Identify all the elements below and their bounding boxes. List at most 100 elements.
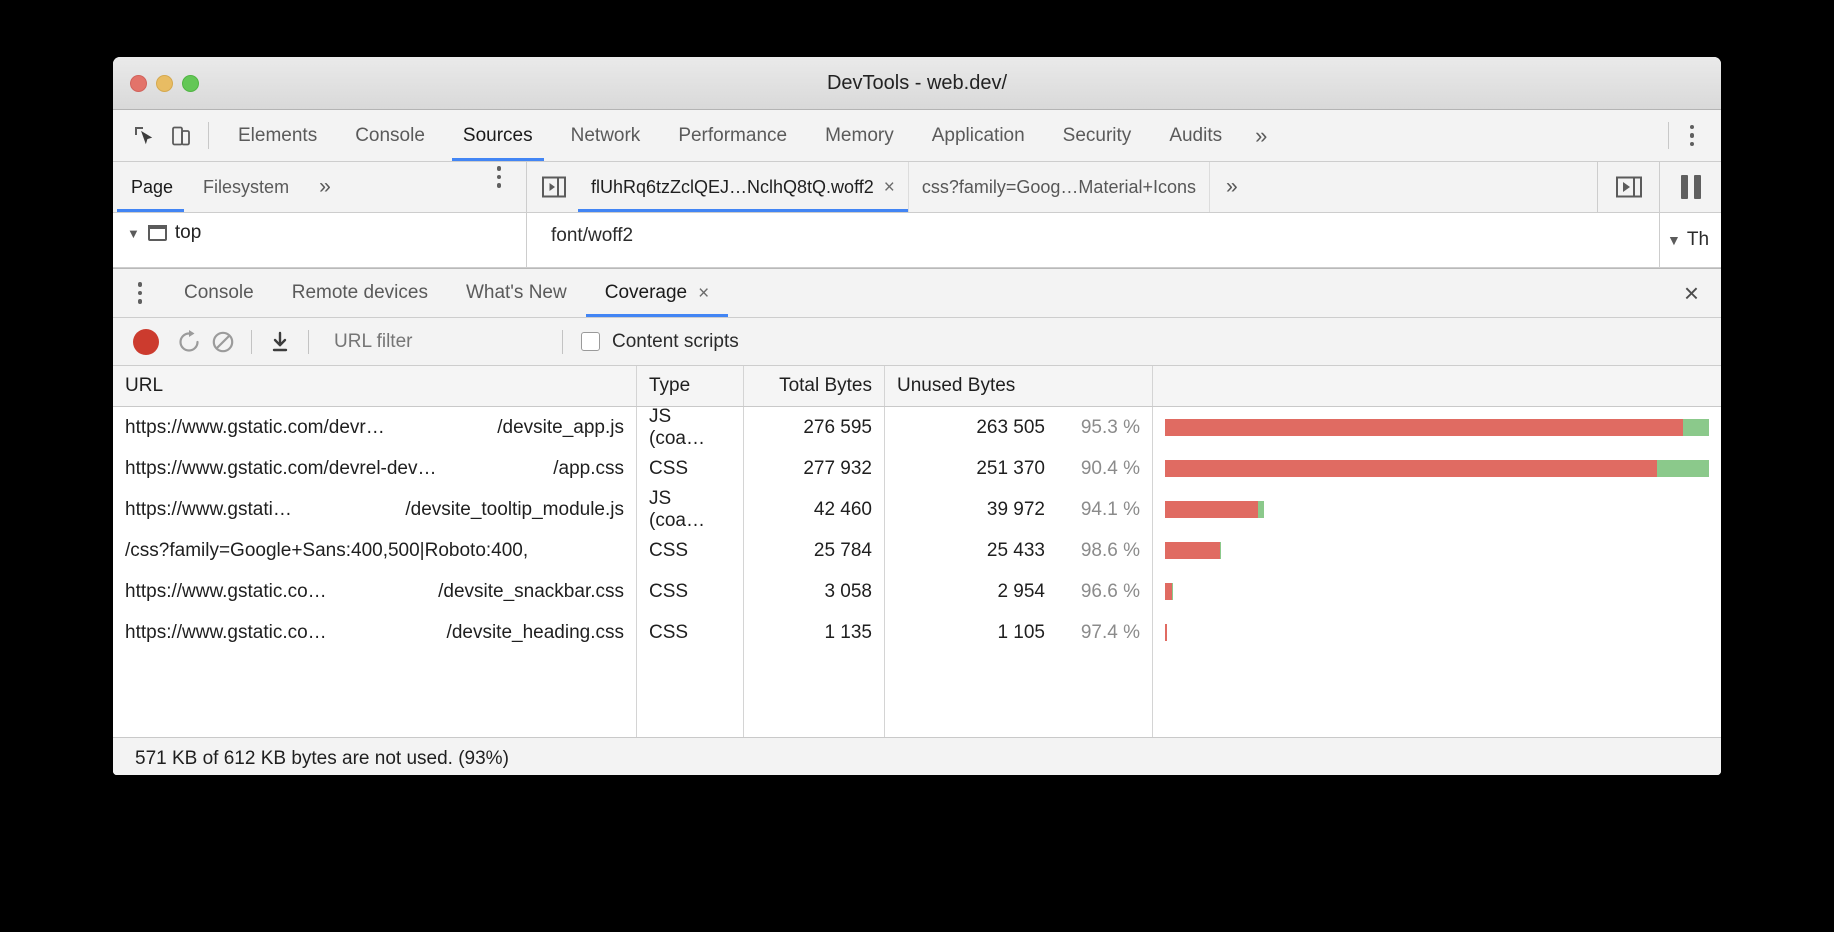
drawer-more-button[interactable] — [113, 269, 165, 317]
drawer-tab-whats-new[interactable]: What's New — [447, 269, 586, 317]
tab-application[interactable]: Application — [913, 110, 1044, 161]
unused-bytes-value: 251 370 — [976, 458, 1045, 480]
main-tab-bar: Elements Console Sources Network Perform… — [113, 110, 1721, 162]
devtools-window: DevTools - web.dev/ — [113, 57, 1721, 775]
tab-audits[interactable]: Audits — [1150, 110, 1241, 161]
cell-url: https://www.gstatic.com/devrel-dev… /app… — [113, 448, 637, 489]
table-row[interactable]: https://www.gstatic.com/devrel-dev… /app… — [113, 448, 1721, 489]
column-header-unused-bytes[interactable]: Unused Bytes — [885, 366, 1153, 406]
drawer-tab-whats-new-label: What's New — [466, 282, 567, 304]
collapse-sidebar-icon[interactable] — [527, 162, 578, 212]
show-navigator-icon[interactable] — [1597, 162, 1659, 212]
coverage-status-bar: 571 KB of 612 KB bytes are not used. (93… — [113, 737, 1721, 775]
screenshot-root: DevTools - web.dev/ — [0, 0, 1834, 932]
reload-icon[interactable] — [172, 325, 206, 359]
sources-content-row: ▼ top font/woff2 ▼ Th — [113, 213, 1721, 268]
cell-url: https://www.gstatic.com/devr… /devsite_a… — [113, 407, 637, 448]
drawer-tab-remote-devices[interactable]: Remote devices — [273, 269, 447, 317]
block-clear-icon[interactable] — [206, 325, 240, 359]
tab-sources[interactable]: Sources — [444, 110, 552, 161]
empty-col-type — [637, 653, 744, 737]
cell-total-bytes: 25 784 — [744, 530, 885, 571]
sidebar-item-page[interactable]: Page — [113, 162, 188, 212]
unused-bytes-value: 39 972 — [987, 499, 1045, 521]
window-titlebar: DevTools - web.dev/ — [113, 57, 1721, 110]
debugger-pause-button[interactable] — [1659, 162, 1721, 212]
table-row[interactable]: https://www.gstati… /devsite_tooltip_mod… — [113, 489, 1721, 530]
cell-url: /css?family=Google+Sans:400,500|Roboto:4… — [113, 530, 637, 571]
chevron-down-icon[interactable]: ▼ — [1667, 232, 1681, 248]
debugger-sidebar-section[interactable]: ▼ Th — [1659, 213, 1721, 267]
close-icon[interactable]: × — [884, 178, 895, 197]
panel-tabs: Elements Console Sources Network Perform… — [219, 110, 1281, 161]
navigator-more-vertical-icon[interactable] — [486, 162, 512, 192]
coverage-bar — [1165, 460, 1709, 477]
drawer-tab-console[interactable]: Console — [165, 269, 273, 317]
navigator-overflow-chevron-icon[interactable]: » — [304, 162, 346, 212]
tab-performance[interactable]: Performance — [659, 110, 806, 161]
toolbar-divider — [251, 330, 252, 354]
close-icon[interactable]: × — [698, 284, 709, 303]
url-path: /devsite_snackbar.css — [438, 581, 624, 603]
tab-memory[interactable]: Memory — [806, 110, 913, 161]
tab-elements[interactable]: Elements — [219, 110, 336, 161]
more-tabs-chevron-icon[interactable]: » — [1241, 110, 1281, 161]
unused-percent: 95.3 % — [1062, 417, 1140, 439]
tab-application-label: Application — [932, 125, 1025, 147]
bar-unused-segment — [1165, 583, 1172, 600]
empty-col-url — [113, 653, 637, 737]
column-header-type[interactable]: Type — [637, 366, 744, 406]
table-row[interactable]: https://www.gstatic.com/devr… /devsite_a… — [113, 407, 1721, 448]
column-header-bar[interactable] — [1153, 366, 1721, 406]
editor-overflow-chevron-icon[interactable]: » — [1210, 162, 1254, 212]
download-export-icon[interactable] — [263, 325, 297, 359]
cell-unused-bytes: 2 954 96.6 % — [885, 571, 1153, 612]
editor-tab-woff2[interactable]: flUhRq6tzZclQEJ…NclhQ8tQ.woff2 × — [578, 162, 909, 212]
inspect-icon[interactable] — [131, 123, 156, 148]
column-header-url[interactable]: URL — [113, 366, 637, 406]
cell-coverage-bar — [1153, 489, 1721, 530]
cell-type: CSS — [637, 571, 744, 612]
tab-performance-label: Performance — [678, 125, 787, 147]
tab-security[interactable]: Security — [1044, 110, 1151, 161]
more-vertical-icon — [127, 278, 153, 308]
tab-elements-label: Elements — [238, 125, 317, 147]
content-scripts-label: Content scripts — [612, 331, 739, 353]
content-scripts-checkbox[interactable] — [581, 332, 600, 351]
sidebar-item-filesystem[interactable]: Filesystem — [188, 162, 304, 212]
url-filter-input[interactable] — [334, 331, 562, 353]
editor-tab-material-icons[interactable]: css?family=Goog…Material+Icons — [909, 162, 1210, 212]
drawer-tab-coverage[interactable]: Coverage × — [586, 269, 729, 317]
toolbar-divider — [308, 330, 309, 354]
column-header-total-bytes[interactable]: Total Bytes — [744, 366, 885, 406]
unused-bytes-value: 1 105 — [997, 622, 1045, 644]
devtools-drawer: Console Remote devices What's New Covera… — [113, 268, 1721, 775]
unused-bytes-value: 25 433 — [987, 540, 1045, 562]
tab-console[interactable]: Console — [336, 110, 444, 161]
coverage-table: URL Type Total Bytes Unused Bytes https:… — [113, 366, 1721, 737]
more-vertical-icon[interactable] — [1679, 121, 1705, 151]
main-tabs-right-divider — [1668, 122, 1669, 149]
frame-icon — [148, 225, 167, 241]
cell-unused-bytes: 1 105 97.4 % — [885, 612, 1153, 653]
chevron-down-icon[interactable]: ▼ — [127, 226, 140, 241]
cell-total-bytes: 1 135 — [744, 612, 885, 653]
coverage-bar — [1165, 583, 1172, 600]
table-row[interactable]: https://www.gstatic.co… /devsite_heading… — [113, 612, 1721, 653]
navigator-tab-bar: Page Filesystem » — [113, 162, 527, 212]
unused-percent: 90.4 % — [1062, 458, 1140, 480]
main-tabs-spacer — [1281, 110, 1658, 161]
empty-col-total — [744, 653, 885, 737]
close-drawer-icon[interactable]: × — [1674, 269, 1721, 317]
cell-total-bytes: 42 460 — [744, 489, 885, 530]
table-row[interactable]: https://www.gstatic.co… /devsite_snackba… — [113, 571, 1721, 612]
cell-total-bytes: 276 595 — [744, 407, 885, 448]
device-toolbar-icon[interactable] — [168, 123, 193, 148]
cell-total-bytes: 277 932 — [744, 448, 885, 489]
table-row[interactable]: /css?family=Google+Sans:400,500|Roboto:4… — [113, 530, 1721, 571]
cell-type: CSS — [637, 448, 744, 489]
tab-network[interactable]: Network — [552, 110, 660, 161]
bar-used-segment — [1657, 460, 1709, 477]
record-circle-icon[interactable] — [133, 329, 159, 355]
tree-item-top[interactable]: ▼ top — [127, 222, 526, 244]
